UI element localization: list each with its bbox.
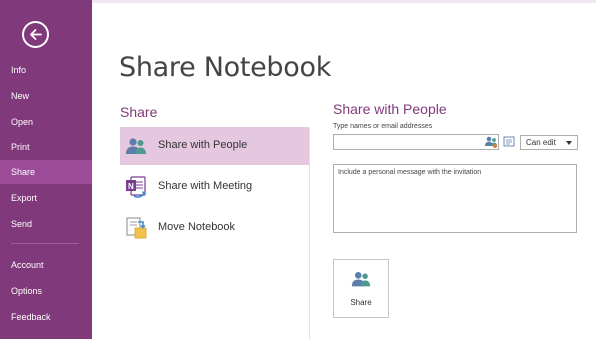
option-label: Share with Meeting [158,180,253,192]
sidebar-item-account[interactable]: Account [0,253,92,277]
people-icon [351,272,371,287]
option-label: Move Notebook [158,221,236,233]
address-book-icon[interactable] [484,135,498,149]
sidebar-item-export[interactable]: Export [0,186,92,210]
share-button-label: Share [350,298,372,307]
sidebar-item-options[interactable]: Options [0,279,92,303]
permission-dropdown[interactable]: Can edit [520,135,578,150]
sidebar-item-new[interactable]: New [0,84,92,108]
share-button[interactable]: Share [333,259,389,318]
sidebar-item-send[interactable]: Send [0,212,92,236]
names-field-label: Type names or email addresses [333,123,433,130]
sidebar-item-feedback[interactable]: Feedback [0,305,92,329]
top-accent-line [92,0,596,3]
sidebar-item-open[interactable]: Open [0,110,92,134]
check-names-icon[interactable] [503,136,515,148]
people-icon [126,138,146,154]
back-button[interactable] [22,21,49,48]
page-title: Share Notebook [119,52,332,83]
sidebar-item-print[interactable]: Print [0,135,92,159]
names-input[interactable] [333,134,499,150]
onenote-meeting-icon: N [126,176,146,198]
option-label: Share with People [158,139,248,151]
backstage-sidebar: Info New Open Print Share Export Send Ac… [0,0,92,339]
panel-divider [309,128,310,339]
option-share-with-people[interactable]: Share with People [120,127,309,165]
personal-message-field[interactable]: Include a personal message with the invi… [333,164,577,233]
sidebar-item-info[interactable]: Info [0,58,92,82]
sidebar-item-share[interactable]: Share [0,160,92,184]
share-section-title: Share [120,104,158,120]
move-notebook-icon [126,217,147,239]
option-move-notebook[interactable]: Move Notebook [120,209,309,247]
sidebar-divider [11,243,79,244]
permission-value: Can edit [526,138,556,147]
svg-text:N: N [128,182,134,191]
back-arrow-icon [30,29,42,40]
panel-title: Share with People [333,101,447,117]
option-share-with-meeting[interactable]: N Share with Meeting [120,168,309,206]
chevron-down-icon [566,141,572,145]
